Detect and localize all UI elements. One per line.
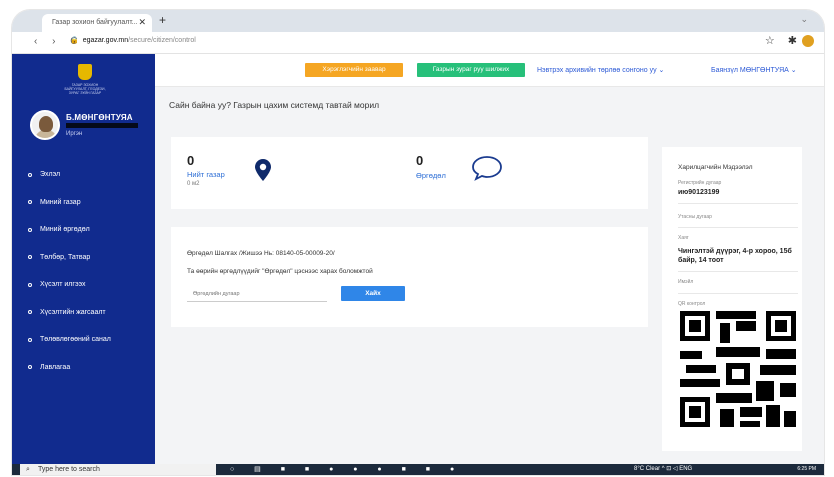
avatar xyxy=(30,110,60,140)
tab-close-icon[interactable]: ✕ xyxy=(138,17,146,28)
redacted-bar xyxy=(66,123,138,128)
star-icon[interactable]: ☆ ✱ xyxy=(765,35,802,47)
sidebar-item-request-list[interactable]: Хүсэлтийн жагсаалт xyxy=(12,299,155,327)
archive-type-dropdown[interactable]: Нэвтрэх архивийн төрлөө сонгоно уу ⌄ xyxy=(537,66,664,74)
browser-window: Газар зохион байгуулалт... ✕ + ⌄ ‹ › C 🔒… xyxy=(12,10,824,475)
welcome-text: Сайн байна уу? Газрын цахим системд тавт… xyxy=(169,100,380,110)
taskbar-app-icons[interactable]: ○ ▤ ■ ■ ● ● ● ■ ■ ● xyxy=(230,464,463,475)
divider xyxy=(678,271,798,272)
sidebar-item-label: Төлбөр, Татвар xyxy=(40,253,91,261)
sidebar-item-my-land[interactable]: Миний газар xyxy=(12,189,155,217)
sidebar-menu: Эхлэл Миний газар Миний өргөдөл Төлбөр, … xyxy=(12,161,155,381)
sidebar-item-home[interactable]: Эхлэл xyxy=(12,161,155,189)
application-search-card: Өргөдөл Шалгах /Жишээ Нь: 08140-05-00009… xyxy=(171,227,648,327)
sidebar-item-label: Лавлагаа xyxy=(40,363,71,371)
sidebar-item-plan-proposal[interactable]: Төлөвлөгөөний санал xyxy=(12,326,155,354)
divider xyxy=(678,203,798,204)
screenshot-frame: Газар зохион байгуулалт... ✕ + ⌄ ‹ › C 🔒… xyxy=(0,0,834,477)
circle-icon xyxy=(28,227,32,232)
sidebar-item-my-applications[interactable]: Миний өргөдөл xyxy=(12,216,155,244)
circle-icon xyxy=(28,337,32,342)
sidebar-item-label: Миний өргөдөл xyxy=(40,226,90,234)
circle-icon xyxy=(28,255,32,260)
search-hint: Та өөрийн өргөдлүүдийг "Өргөдөл" цэснээс… xyxy=(187,268,373,275)
land-area: 0 м2 xyxy=(187,181,200,187)
site-logo[interactable]: ГАЗАР ЗОХИОН БАЙГУУЛАЛТ, ГЕОДЕЗИ, ЗУРАГ … xyxy=(60,64,110,96)
user-profile: Б.МӨНГӨНТУЯА Иргэн xyxy=(30,110,150,150)
circle-icon xyxy=(28,365,32,370)
user-guide-button[interactable]: Хэрэглэгчийн заавар xyxy=(305,63,403,77)
sidebar-item-label: Миний газар xyxy=(40,198,81,206)
tab-title: Газар зохион байгуулалт... xyxy=(52,19,138,26)
customer-info-panel: Харилцагчийн Мэдээлэл Регистрийн дугаар … xyxy=(662,147,802,451)
browser-actions[interactable]: ☆ ✱ xyxy=(765,34,814,48)
application-label[interactable]: Өргөдөл xyxy=(416,171,446,180)
emblem-icon xyxy=(78,64,92,80)
taskbar-search-text: Type here to search xyxy=(38,466,100,473)
new-tab-icon[interactable]: + xyxy=(159,13,166,27)
logo-text: ГАЗАР ЗОХИОН БАЙГУУЛАЛТ, ГЕОДЕЗИ, ЗУРАГ … xyxy=(64,83,106,95)
system-tray[interactable]: 8°C Clear ^ ⊡ ◁ ENG xyxy=(634,464,692,475)
sidebar-item-label: Төлөвлөгөөний санал xyxy=(40,336,111,344)
sidebar-item-label: Хүсэлтийн жагсаалт xyxy=(40,308,106,316)
clock[interactable]: 6:25 PM xyxy=(797,464,816,475)
lock-icon: 🔒 xyxy=(70,37,79,44)
main-content: Сайн байна уу? Газрын цахим системд тавт… xyxy=(155,87,824,464)
reg-label: Регистрийн дугаар xyxy=(678,180,722,186)
address-label: Хаяг xyxy=(678,235,689,241)
sidebar-item-send-request[interactable]: Хүсэлт илгээх xyxy=(12,271,155,299)
address-bar: ‹ › C 🔒 egazar.gov.mn/secure/citizen/cont… xyxy=(12,32,824,54)
taskbar-search[interactable]: ⌕ Type here to search xyxy=(20,464,216,475)
address-value: Чингэлтэй дүүрэг, 4-р хороо, 15б байр, 1… xyxy=(678,248,792,264)
sidebar-item-reference[interactable]: Лавлагаа xyxy=(12,354,155,382)
sidebar-item-payment-tax[interactable]: Төлбөр, Татвар xyxy=(12,244,155,272)
map-pin-icon xyxy=(255,159,271,181)
circle-icon xyxy=(28,282,32,287)
top-header: Хэрэглэгчийн заавар Газрын зураг руу шил… xyxy=(155,54,824,87)
application-count: 0 xyxy=(416,153,424,168)
user-menu-dropdown[interactable]: Баянзүл МӨНГӨНТУЯА ⌄ xyxy=(711,66,797,74)
qr-label: QR контрол xyxy=(678,301,706,307)
sidebar-item-label: Хүсэлт илгээх xyxy=(40,281,86,289)
user-role: Иргэн xyxy=(66,131,83,137)
circle-icon xyxy=(28,200,32,205)
circle-icon xyxy=(28,310,32,315)
url-host: egazar.gov.mn xyxy=(82,37,129,44)
go-to-map-button[interactable]: Газрын зураг руу шилжих xyxy=(417,63,525,77)
url-field[interactable]: 🔒 egazar.gov.mn/secure/citizen/control xyxy=(70,36,196,44)
info-title: Харилцагчийн Мэдээлэл xyxy=(678,164,753,171)
stats-card: 0 Нийт газар 0 м2 0 Өргөдөл xyxy=(171,137,648,209)
circle-icon xyxy=(28,172,32,177)
qr-code xyxy=(680,311,800,431)
windows-taskbar: ⌕ Type here to search ○ ▤ ■ ■ ● ● ● ■ ■ … xyxy=(12,464,824,475)
divider xyxy=(678,227,798,228)
email-label: Имэйл xyxy=(678,279,694,285)
search-button[interactable]: Хайх xyxy=(341,286,405,301)
application-number-input[interactable] xyxy=(187,286,327,302)
url-path: /secure/citizen/control xyxy=(128,37,196,44)
search-title: Өргөдөл Шалгах /Жишээ Нь: 08140-05-00009… xyxy=(187,250,335,257)
window-controls[interactable]: ⌄ xyxy=(800,14,808,25)
user-name: Б.МӨНГӨНТУЯА xyxy=(66,113,133,122)
sidebar-item-label: Эхлэл xyxy=(40,171,61,179)
chat-bubble-icon xyxy=(472,156,502,181)
land-count: 0 xyxy=(187,153,195,168)
reg-value: ию90123199 xyxy=(678,189,720,196)
search-icon: ⌕ xyxy=(26,466,30,473)
divider xyxy=(678,293,798,294)
tab-strip: Газар зохион байгуулалт... ✕ + ⌄ xyxy=(12,10,824,32)
profile-avatar-icon[interactable] xyxy=(802,35,814,48)
land-label[interactable]: Нийт газар xyxy=(187,170,225,179)
sidebar: ГАЗАР ЗОХИОН БАЙГУУЛАЛТ, ГЕОДЕЗИ, ЗУРАГ … xyxy=(12,54,155,464)
phone-label: Утасны дугаар xyxy=(678,214,712,220)
browser-tab[interactable]: Газар зохион байгуулалт... ✕ xyxy=(42,14,152,32)
